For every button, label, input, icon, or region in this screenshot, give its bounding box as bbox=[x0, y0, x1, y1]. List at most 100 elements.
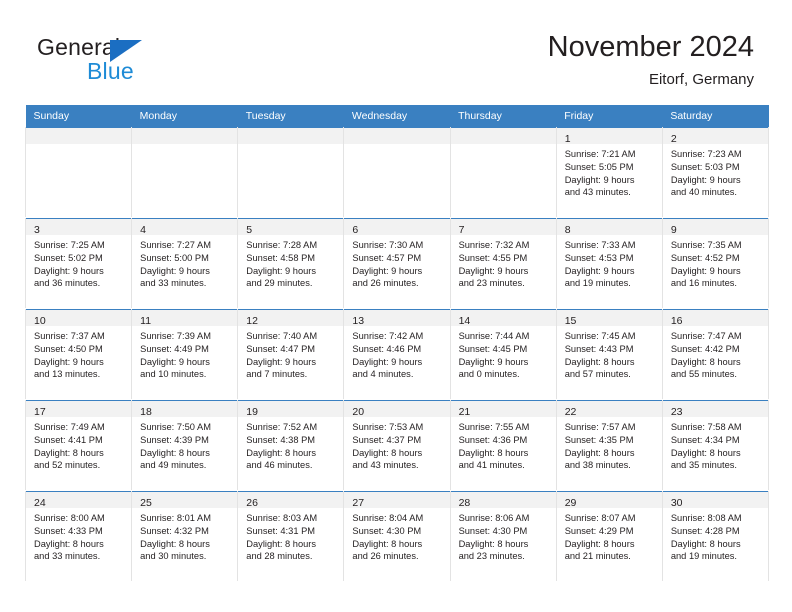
calendar-cell-day-1[interactable]: 1 Sunrise: 7:21 AM Sunset: 5:05 PM Daylight… bbox=[555, 127, 663, 218]
day-number-bar: 4 bbox=[132, 218, 238, 236]
daylight-text-line1: Daylight: 8 hours bbox=[246, 538, 317, 549]
day-number: 15 bbox=[564, 315, 577, 327]
day-cell: 1 Sunrise: 7:21 AM Sunset: 5:05 PM Daylight… bbox=[556, 127, 662, 217]
sunrise-text: Sunrise: 7:42 AM bbox=[352, 331, 424, 341]
daylight-text-line1: Daylight: 9 hours bbox=[458, 265, 529, 276]
sun-details: Sunrise: 7:23 AM Sunset: 5:03 PM Daylight:… bbox=[663, 144, 768, 199]
daylight-text-line2: and 30 minutes. bbox=[140, 551, 207, 562]
sun-details: Sunrise: 7:21 AM Sunset: 5:05 PM Daylight:… bbox=[557, 144, 662, 199]
day-number-bar bbox=[26, 127, 132, 144]
day-number-bar: 21 bbox=[450, 400, 556, 418]
calendar-cell-day-27[interactable]: 27 Sunrise: 8:04 AM Sunset: 4:30 PM Dayligh… bbox=[343, 490, 451, 582]
page-header: General Blue November 2024 Eitorf, Germa… bbox=[0, 0, 792, 104]
sun-details: Sunrise: 8:07 AM Sunset: 4:29 PM Daylight:… bbox=[557, 508, 662, 563]
calendar-week-row: 17 Sunrise: 7:49 AM Sunset: 4:41 PM Dayligh… bbox=[24, 399, 770, 491]
sunset-text: Sunset: 4:58 PM bbox=[246, 252, 316, 263]
day-number: 28 bbox=[458, 497, 471, 509]
day-number-bar: 18 bbox=[132, 400, 238, 418]
sunset-text: Sunset: 4:37 PM bbox=[352, 434, 422, 445]
sunrise-text: Sunrise: 7:40 AM bbox=[246, 331, 318, 341]
daylight-text-line1: Daylight: 8 hours bbox=[670, 447, 741, 458]
sunrise-text: Sunrise: 7:37 AM bbox=[34, 331, 105, 341]
calendar-cell-day-3[interactable]: 3 Sunrise: 7:25 AM Sunset: 5:02 PM Daylight… bbox=[24, 217, 133, 309]
day-number-bar: 30 bbox=[662, 491, 768, 509]
calendar-cell-day-6[interactable]: 6 Sunrise: 7:30 AM Sunset: 4:57 PM Daylight… bbox=[343, 217, 451, 309]
day-number-bar: 14 bbox=[450, 309, 556, 327]
logo-text-general: General bbox=[37, 34, 121, 60]
calendar-cell-day-30[interactable]: 30 Sunrise: 8:08 AM Sunset: 4:28 PM Dayligh… bbox=[661, 490, 770, 582]
day-number: 23 bbox=[670, 406, 683, 418]
day-number: 16 bbox=[670, 315, 683, 327]
calendar-cell-day-11[interactable]: 11 Sunrise: 7:39 AM Sunset: 4:49 PM Dayligh… bbox=[131, 308, 239, 400]
calendar-cell-day-9[interactable]: 9 Sunrise: 7:35 AM Sunset: 4:52 PM Daylight… bbox=[661, 217, 770, 309]
sunrise-text: Sunrise: 7:55 AM bbox=[458, 422, 530, 432]
calendar-cell-day-13[interactable]: 13 Sunrise: 7:42 AM Sunset: 4:46 PM Dayligh… bbox=[343, 308, 451, 400]
day-number: 7 bbox=[458, 224, 465, 236]
calendar-cell-day-14[interactable]: 14 Sunrise: 7:44 AM Sunset: 4:45 PM Dayligh… bbox=[449, 308, 557, 400]
calendar-cell-day-18[interactable]: 18 Sunrise: 7:50 AM Sunset: 4:39 PM Dayligh… bbox=[131, 399, 239, 491]
sun-details: Sunrise: 7:37 AM Sunset: 4:50 PM Daylight:… bbox=[26, 326, 131, 381]
calendar-week-row: 24 Sunrise: 8:00 AM Sunset: 4:33 PM Dayligh… bbox=[24, 490, 770, 582]
day-number-bar: 8 bbox=[556, 218, 662, 236]
calendar-cell-day-20[interactable]: 20 Sunrise: 7:53 AM Sunset: 4:37 PM Dayligh… bbox=[343, 399, 451, 491]
daylight-text-line2: and 0 minutes. bbox=[458, 369, 520, 380]
day-number: 29 bbox=[564, 497, 577, 509]
calendar-cell-day-5[interactable]: 5 Sunrise: 7:28 AM Sunset: 4:58 PM Daylight… bbox=[237, 217, 345, 309]
day-cell: 2 Sunrise: 7:23 AM Sunset: 5:03 PM Daylight… bbox=[662, 127, 768, 217]
day-number: 5 bbox=[246, 224, 253, 236]
day-number: 14 bbox=[458, 315, 471, 327]
calendar-cell-day-23[interactable]: 23 Sunrise: 7:58 AM Sunset: 4:34 PM Dayligh… bbox=[661, 399, 770, 491]
calendar-cell-day-12[interactable]: 12 Sunrise: 7:40 AM Sunset: 4:47 PM Dayligh… bbox=[237, 308, 345, 400]
calendar-cell-day-17[interactable]: 17 Sunrise: 7:49 AM Sunset: 4:41 PM Dayligh… bbox=[24, 399, 133, 491]
sunset-text: Sunset: 4:34 PM bbox=[670, 434, 740, 445]
calendar-cell-day-22[interactable]: 22 Sunrise: 7:57 AM Sunset: 4:35 PM Dayligh… bbox=[555, 399, 663, 491]
daylight-text-line2: and 10 minutes. bbox=[140, 369, 207, 380]
day-number: 12 bbox=[246, 315, 258, 327]
calendar-cell-day-7[interactable]: 7 Sunrise: 7:32 AM Sunset: 4:55 PM Daylight… bbox=[449, 217, 557, 309]
day-cell: 10 Sunrise: 7:37 AM Sunset: 4:50 PM Dayligh… bbox=[26, 309, 132, 399]
day-cell: 29 Sunrise: 8:07 AM Sunset: 4:29 PM Dayligh… bbox=[556, 491, 662, 581]
daylight-text-line2: and 43 minutes. bbox=[352, 460, 419, 471]
calendar-cell-day-24[interactable]: 24 Sunrise: 8:00 AM Sunset: 4:33 PM Dayligh… bbox=[24, 490, 133, 582]
calendar-cell-day-4[interactable]: 4 Sunrise: 7:27 AM Sunset: 5:00 PM Daylight… bbox=[131, 217, 239, 309]
calendar-cell-day-15[interactable]: 15 Sunrise: 7:45 AM Sunset: 4:43 PM Dayligh… bbox=[555, 308, 663, 400]
daylight-text-line1: Daylight: 8 hours bbox=[564, 356, 635, 367]
sunset-text: Sunset: 4:46 PM bbox=[352, 343, 422, 354]
calendar-week-row: 10 Sunrise: 7:37 AM Sunset: 4:50 PM Dayligh… bbox=[24, 308, 770, 400]
sun-details: Sunrise: 7:55 AM Sunset: 4:36 PM Daylight:… bbox=[451, 417, 556, 472]
calendar-cell-day-26[interactable]: 26 Sunrise: 8:03 AM Sunset: 4:31 PM Dayligh… bbox=[237, 490, 345, 582]
sunset-text: Sunset: 4:47 PM bbox=[246, 343, 316, 354]
day-cell bbox=[26, 127, 132, 217]
day-number-bar: 29 bbox=[556, 491, 662, 509]
day-cell: 19 Sunrise: 7:52 AM Sunset: 4:38 PM Dayligh… bbox=[238, 400, 344, 490]
day-cell: 21 Sunrise: 7:55 AM Sunset: 4:36 PM Dayligh… bbox=[450, 400, 556, 490]
calendar-cell-day-25[interactable]: 25 Sunrise: 8:01 AM Sunset: 4:32 PM Dayligh… bbox=[131, 490, 239, 582]
calendar-cell-day-16[interactable]: 16 Sunrise: 7:47 AM Sunset: 4:42 PM Dayligh… bbox=[661, 308, 770, 400]
day-cell: 12 Sunrise: 7:40 AM Sunset: 4:47 PM Dayligh… bbox=[238, 309, 344, 399]
calendar-cell-day-8[interactable]: 8 Sunrise: 7:33 AM Sunset: 4:53 PM Daylight… bbox=[555, 217, 663, 309]
calendar-cell-day-2[interactable]: 2 Sunrise: 7:23 AM Sunset: 5:03 PM Daylight… bbox=[661, 127, 770, 218]
calendar-cell-day-29[interactable]: 29 Sunrise: 8:07 AM Sunset: 4:29 PM Dayligh… bbox=[555, 490, 663, 582]
calendar-cell-day-10[interactable]: 10 Sunrise: 7:37 AM Sunset: 4:50 PM Dayligh… bbox=[24, 308, 133, 400]
day-cell: 7 Sunrise: 7:32 AM Sunset: 4:55 PM Daylight… bbox=[450, 218, 556, 308]
calendar-cell-day-28[interactable]: 28 Sunrise: 8:06 AM Sunset: 4:30 PM Dayligh… bbox=[449, 490, 557, 582]
day-number: 2 bbox=[670, 133, 677, 145]
day-cell: 24 Sunrise: 8:00 AM Sunset: 4:33 PM Dayligh… bbox=[26, 491, 132, 581]
calendar-cell-day-21[interactable]: 21 Sunrise: 7:55 AM Sunset: 4:36 PM Dayligh… bbox=[449, 399, 557, 491]
day-cell bbox=[344, 127, 450, 217]
day-number-bar: 6 bbox=[344, 218, 450, 236]
sun-details: Sunrise: 7:25 AM Sunset: 5:02 PM Daylight:… bbox=[26, 235, 131, 290]
daylight-text-line2: and 23 minutes. bbox=[458, 278, 525, 289]
day-number: 17 bbox=[34, 406, 46, 418]
day-number-bar: 2 bbox=[662, 127, 768, 145]
calendar-table: Sunday Monday Tuesday Wednesday Thursday Frid… bbox=[24, 105, 770, 582]
daylight-text-line1: Daylight: 9 hours bbox=[564, 174, 635, 185]
day-cell: 14 Sunrise: 7:44 AM Sunset: 4:45 PM Dayligh… bbox=[450, 309, 556, 399]
daylight-text-line1: Daylight: 9 hours bbox=[140, 356, 210, 367]
day-cell: 26 Sunrise: 8:03 AM Sunset: 4:31 PM Dayligh… bbox=[238, 491, 344, 581]
general-blue-logo[interactable]: General Blue bbox=[37, 34, 247, 86]
calendar-body: 1 Sunrise: 7:21 AM Sunset: 5:05 PM Daylight… bbox=[24, 127, 770, 582]
day-number-bar: 25 bbox=[132, 491, 238, 509]
daylight-text-line1: Daylight: 9 hours bbox=[670, 174, 741, 185]
calendar-cell-day-19[interactable]: 19 Sunrise: 7:52 AM Sunset: 4:38 PM Dayligh… bbox=[237, 399, 345, 491]
